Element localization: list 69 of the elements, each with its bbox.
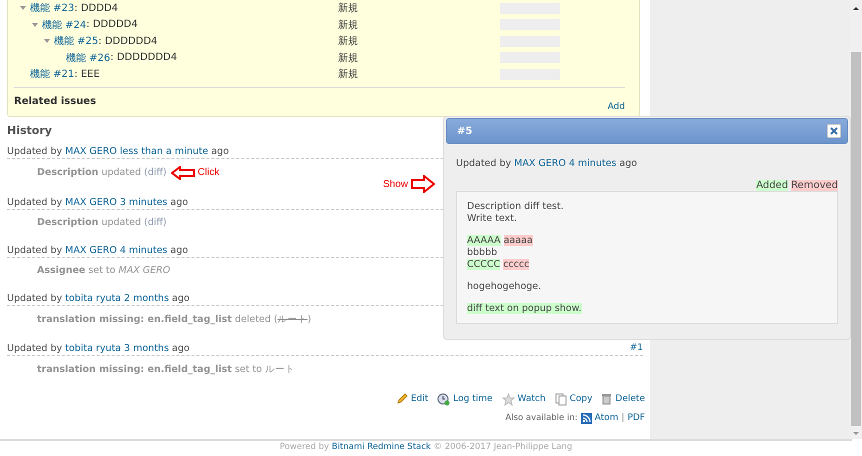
journal-title: Updated by MAX GERO 3 minutes ago [7, 196, 188, 208]
add-link[interactable]: Add [608, 102, 625, 112]
diff-text: bbbbb [467, 247, 498, 258]
subtask-link[interactable]: 機能 #21 [30, 67, 74, 82]
diff-text: aaaaa [504, 235, 533, 246]
legend-added: Added [756, 180, 788, 191]
subtask-status: 新規 [338, 52, 359, 65]
subtask-status: 新規 [338, 34, 359, 48]
atom-link[interactable]: Atom [594, 413, 618, 423]
popup-journal-title: Updated by MAX GERO 4 minutes ago [456, 158, 638, 169]
subtask-subject: : EEE [74, 68, 100, 80]
journal-title: Updated by tobita ryuta 2 months ago [7, 292, 190, 304]
subtask-status: 新規 [338, 68, 359, 82]
diff-text: diff text on popup show. [467, 303, 582, 314]
separator: | [621, 413, 624, 423]
close-icon [830, 127, 838, 135]
subtask-link[interactable]: 機能 #26 [66, 50, 110, 65]
action-link[interactable]: Delete [601, 392, 645, 406]
diff-text: AAAAA [467, 235, 501, 246]
journal-detail: translation missing: en.field_tag_list set to ルート [37, 362, 295, 376]
subtask-link[interactable]: 機能 #23 [30, 1, 74, 16]
close-button[interactable] [827, 124, 841, 138]
journal-detail: Description updated (diff) [37, 167, 167, 178]
journal-title: Updated by tobita ryuta 3 months ago [7, 342, 190, 354]
expand-arrow-icon[interactable] [44, 39, 50, 44]
subtask-link[interactable]: 機能 #25 [54, 34, 98, 48]
journal-number-link[interactable]: #1 [630, 342, 643, 354]
subtask-link[interactable]: 機能 #24 [42, 18, 86, 32]
diff-text: ccccc [503, 259, 530, 270]
expand-arrow-icon[interactable] [32, 22, 38, 27]
popup-title: #5 [457, 126, 472, 136]
diff-text: hogehogehoge. [467, 281, 542, 292]
annotation-label: Show [383, 178, 408, 190]
journal-title: Updated by MAX GERO 4 minutes ago [7, 244, 188, 256]
arrow-annotation-icon [411, 175, 436, 193]
subtask-subject: : DDDD4 [74, 2, 118, 14]
feed-icon [580, 412, 592, 424]
arrow-annotation-icon [170, 166, 195, 180]
clock-icon [437, 392, 450, 406]
journal-title: Updated by MAX GERO less than a minute ago [7, 146, 229, 156]
trash-icon [601, 393, 612, 405]
star-icon [502, 392, 515, 406]
footer-link[interactable]: Bitnami Redmine Stack [332, 442, 431, 452]
expand-arrow-icon[interactable] [20, 6, 26, 10]
diff-text: Description diff test. [467, 201, 564, 212]
journal-detail: Assignee set to MAX GERO [37, 264, 170, 276]
legend-removed: Removed [791, 180, 838, 191]
copy-icon [554, 392, 567, 406]
pencil-icon [396, 393, 408, 405]
action-link[interactable]: Edit [396, 392, 428, 406]
subtask-status: 新規 [338, 2, 359, 16]
journal-detail: Description updated (diff) [37, 216, 167, 228]
subtask-subject: : DDDDDDD4 [110, 52, 178, 64]
journal-detail: translation missing: en.field_tag_list deleted (ルート) [37, 312, 312, 326]
subtask-status: 新規 [338, 18, 359, 32]
action-link[interactable]: Watch [502, 392, 546, 406]
scrollbar[interactable] [850, 0, 862, 439]
history-heading: History [7, 124, 52, 136]
annotation-label: Click [198, 167, 220, 178]
export-label: Also available in: [505, 413, 578, 423]
subtask-subject: : DDDDDD4 [98, 36, 158, 47]
diff-text: Write text. [467, 213, 517, 224]
diff-text: CCCCC [467, 259, 500, 270]
action-link[interactable]: Log time [437, 392, 493, 406]
footer-text: Powered by Bitnami Redmine Stack © 2006-2017 Jean-Philippe Lang [280, 442, 572, 452]
subtask-subject: : DDDDD4 [86, 19, 138, 30]
pdf-link[interactable]: PDF [627, 413, 645, 423]
related-issues-heading: Related issues [14, 96, 96, 106]
action-link[interactable]: Copy [554, 392, 592, 406]
